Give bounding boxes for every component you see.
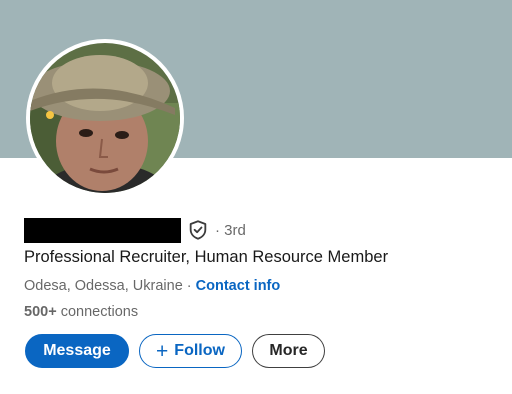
profile-card: · 3rd Professional Recruiter, Human Reso… [0, 0, 512, 394]
follow-label: Follow [174, 342, 225, 359]
connection-degree: · 3rd [215, 221, 246, 239]
plus-icon: + [156, 339, 169, 363]
connections-label: connections [56, 304, 139, 320]
avatar[interactable] [26, 39, 184, 197]
profile-headline: Professional Recruiter, Human Resource M… [24, 248, 389, 266]
separator-dot: · [182, 278, 196, 294]
message-button[interactable]: Message [25, 334, 129, 368]
profile-photo [30, 43, 180, 193]
more-button[interactable]: More [252, 334, 325, 368]
name-row: · 3rd [24, 217, 246, 243]
connections-number: 500+ [24, 304, 57, 320]
redacted-name [24, 217, 181, 243]
location-row: Odesa, Odessa, Ukraine · Contact info [24, 278, 280, 294]
location-text: Odesa, Odessa, Ukraine [24, 278, 183, 294]
shield-check-icon[interactable] [187, 219, 209, 241]
follow-button[interactable]: + Follow [139, 334, 242, 368]
profile-actions: Message + Follow More [25, 334, 325, 368]
connections-count[interactable]: 500+ connections [24, 304, 138, 320]
contact-info-link[interactable]: Contact info [196, 278, 281, 294]
